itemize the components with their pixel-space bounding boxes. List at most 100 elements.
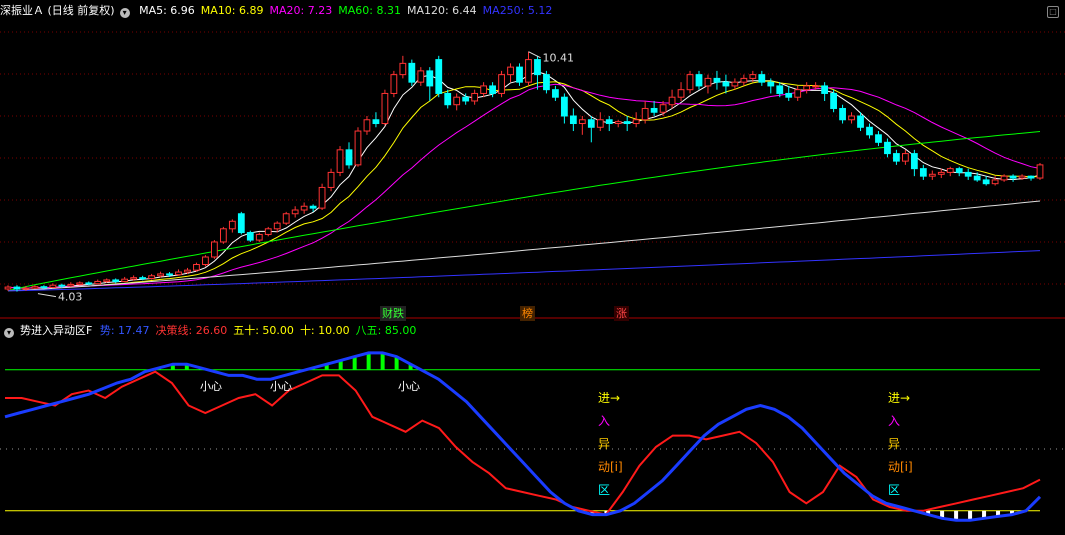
signal-label: 异	[598, 437, 610, 451]
candle-body	[435, 59, 443, 94]
candle-body	[893, 153, 900, 162]
event-marker[interactable]: 涨	[614, 306, 629, 321]
signal-label: 动[i]	[598, 460, 623, 474]
candle-body	[489, 85, 496, 94]
candle-body	[309, 205, 317, 209]
candle-body	[103, 279, 111, 282]
candle-body	[785, 92, 793, 98]
candle-body	[516, 66, 523, 83]
candle-body	[1027, 175, 1035, 179]
candle-body	[13, 286, 21, 290]
event-marker[interactable]: 榜	[520, 306, 535, 321]
candle-body	[901, 153, 909, 162]
candle-body	[695, 74, 703, 87]
candle-body	[22, 287, 30, 290]
candle-body	[839, 107, 846, 121]
candle-body	[560, 96, 568, 117]
candle-body	[534, 59, 541, 76]
candle-body	[937, 171, 945, 175]
hist-bar-high	[352, 356, 357, 370]
candle-body	[211, 241, 218, 258]
candle-body	[525, 59, 532, 83]
candle-body	[219, 228, 227, 243]
candle-body	[991, 179, 999, 185]
signal-label: 异	[888, 437, 900, 451]
candle-body	[444, 92, 452, 106]
candle-body	[749, 74, 757, 79]
candle-body	[758, 74, 766, 83]
candle-body	[184, 269, 191, 273]
candle-body	[112, 279, 120, 282]
candle-body	[40, 286, 48, 289]
candle-body	[767, 81, 775, 87]
candle-body	[282, 213, 290, 224]
warning-label: 小心	[200, 380, 222, 393]
candle-body	[587, 119, 595, 128]
candle-body	[1018, 175, 1026, 179]
candle-body	[390, 74, 398, 94]
candle-body	[578, 119, 586, 125]
candle-body	[803, 85, 811, 91]
candle-body	[919, 168, 927, 177]
candle-body	[175, 271, 182, 276]
candle-body	[345, 149, 353, 166]
hist-bar-high	[380, 352, 385, 370]
signal-label: 区	[598, 483, 610, 497]
warning-label: 小心	[398, 380, 420, 393]
candle-body	[291, 209, 299, 215]
candle-body	[471, 92, 479, 102]
candle-body	[453, 96, 461, 106]
candle-body	[85, 282, 93, 285]
indicator-chart[interactable]: 小心 小心 小心进→ 入异动[i] 区 进→ 入异动[i] 区	[0, 320, 1065, 535]
candle-body	[1036, 164, 1044, 179]
signal-label: 进→	[598, 391, 620, 405]
candle-body	[722, 81, 730, 87]
candle-body	[354, 130, 362, 166]
candle-body	[255, 233, 263, 241]
candlestick-chart[interactable]: 10.41 4.03	[0, 0, 1065, 320]
signal-label: 进→	[888, 391, 910, 405]
candle-body	[623, 121, 631, 125]
candle-body	[426, 70, 434, 87]
candle-body	[686, 74, 694, 91]
candle-body	[157, 273, 164, 277]
candle-body	[381, 92, 389, 125]
candle-body	[713, 77, 721, 83]
candle-body	[605, 119, 613, 125]
candle-body	[480, 85, 488, 94]
candle-body	[237, 213, 245, 234]
candle-body	[614, 121, 622, 125]
ma-line-120	[7, 200, 1041, 292]
candle-body	[300, 205, 308, 211]
candle-body	[130, 277, 138, 280]
candle-body	[58, 284, 66, 287]
candle-body	[632, 119, 640, 125]
candle-body	[327, 171, 335, 188]
low-label: 4.03	[58, 291, 83, 304]
candle-body	[776, 85, 784, 94]
signal-label: 入	[598, 414, 610, 428]
candle-body	[4, 286, 12, 290]
candle-body	[49, 284, 57, 288]
candle-body	[740, 77, 748, 83]
candle-body	[372, 119, 380, 125]
candle-body	[67, 283, 75, 287]
candle-body	[875, 134, 882, 143]
signal-label: 区	[888, 483, 900, 497]
candle-body	[704, 77, 712, 87]
candle-body	[543, 74, 550, 91]
candle-body	[228, 220, 236, 230]
event-marker[interactable]: 财跌	[380, 306, 406, 321]
candle-body	[596, 119, 604, 128]
candle-body	[982, 179, 990, 185]
candle-body	[650, 107, 658, 113]
candle-body	[641, 107, 649, 121]
candle-body	[264, 228, 272, 235]
candle-body	[552, 89, 559, 98]
candle-body	[166, 273, 173, 276]
candle-body	[363, 119, 371, 132]
candle-body	[31, 286, 39, 289]
candle-body	[973, 175, 981, 181]
signal-label: 入	[888, 414, 900, 428]
candle-body	[928, 173, 936, 177]
